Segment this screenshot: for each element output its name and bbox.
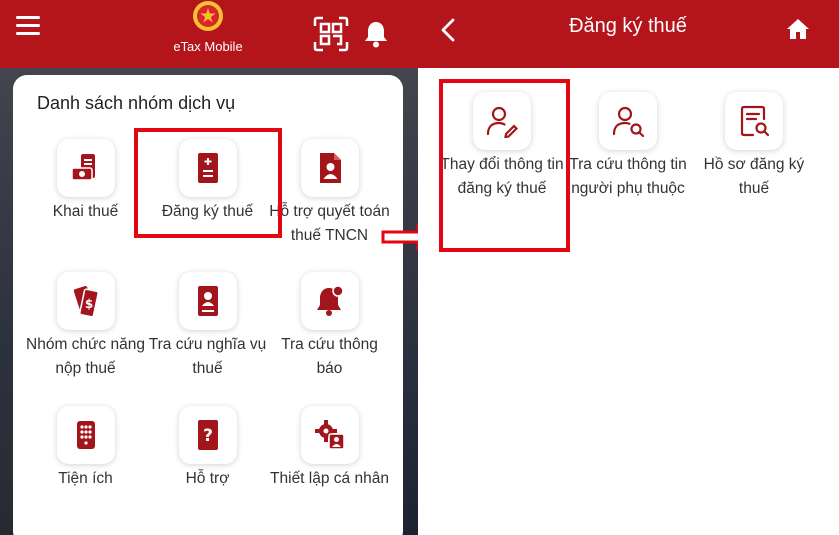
tax-registration-icon — [197, 153, 218, 183]
tile-tra-cuu-nghia-vu[interactable]: Tra cứu nghĩa vụ thuế — [146, 272, 269, 381]
tile-thiet-lap-ca-nhan[interactable]: Thiết lập cá nhân — [268, 406, 391, 491]
tax-declaration-icon — [70, 154, 95, 181]
tile-label: Tiện ích — [58, 470, 113, 487]
tile-tra-cuu-nguoi-phu-thuoc[interactable]: Tra cứu thông tin người phụ thuộc — [565, 92, 691, 201]
edit-user-icon — [486, 106, 519, 138]
tile-label: Đăng ký thuế — [161, 203, 254, 220]
personal-settings-icon — [314, 420, 345, 450]
registration-header: Đăng ký thuế — [418, 0, 839, 68]
tile-label: Khai thuế — [52, 203, 119, 220]
tile-label: Thay đổi thông tin đăng ký thuế — [440, 156, 564, 197]
card-title: Danh sách nhóm dịch vụ — [37, 93, 236, 113]
help-icon: ? — [197, 420, 218, 450]
tile-nop-thue[interactable]: $ Nhóm chức năng nộp thuế — [24, 272, 147, 381]
tile-label: Hồ sơ đăng ký thuế — [703, 156, 805, 197]
tile-label: Hỗ trợ — [185, 470, 230, 487]
tile-thay-doi-thong-tin[interactable]: Thay đổi thông tin đăng ký thuế — [439, 92, 565, 201]
page-title: Đăng ký thuế — [569, 15, 687, 37]
hamburger-menu-icon[interactable] — [16, 16, 42, 35]
tile-label: Thiết lập cá nhân — [270, 470, 389, 487]
app-title: eTax Mobile — [173, 39, 243, 54]
tax-obligation-lookup-icon — [197, 286, 218, 316]
tile-label: Tra cứu thông báo — [281, 336, 378, 377]
utilities-icon — [76, 421, 95, 449]
composite-screenshot: eTax Mobile Danh sách nhóm dịch vụ Khai … — [0, 0, 839, 535]
tax-payment-icon: $ — [73, 285, 99, 318]
personal-tax-settlement-icon — [319, 153, 341, 183]
search-user-icon — [612, 106, 645, 138]
svg-text:$: $ — [84, 297, 92, 311]
notification-lookup-icon — [316, 285, 344, 316]
bell-icon[interactable] — [363, 20, 389, 48]
back-arrow-icon[interactable] — [436, 17, 460, 43]
tile-label: Nhóm chức năng nộp thuế — [26, 336, 145, 377]
tile-ho-tro-quyet-toan[interactable]: Hỗ trợ quyết toán thuế TNCN — [268, 139, 391, 248]
tile-dang-ky-thue[interactable]: Đăng ký thuế — [146, 139, 269, 224]
tile-khai-thue[interactable]: Khai thuế — [24, 139, 147, 224]
tile-label: Tra cứu nghĩa vụ thuế — [148, 336, 267, 377]
tile-ho-tro[interactable]: ? Hỗ trợ — [146, 406, 269, 491]
service-group-card: Danh sách nhóm dịch vụ Khai thuế Đăng ký… — [13, 75, 403, 535]
national-emblem-icon — [193, 1, 223, 31]
tile-tien-ich[interactable]: Tiện ích — [24, 406, 147, 491]
document-search-icon — [740, 105, 770, 137]
tile-ho-so-dang-ky-thue[interactable]: Hồ sơ đăng ký thuế — [691, 92, 817, 201]
tile-label: Tra cứu thông tin người phụ thuộc — [569, 156, 687, 197]
tile-tra-cuu-thong-bao[interactable]: Tra cứu thông báo — [268, 272, 391, 381]
home-header: eTax Mobile — [0, 0, 418, 68]
tax-registration-screen: Đăng ký thuế Thay đổi thông tin đăng ký … — [418, 0, 839, 535]
svg-text:?: ? — [203, 426, 213, 446]
tile-label: Hỗ trợ quyết toán thuế TNCN — [269, 203, 390, 244]
home-screen: eTax Mobile Danh sách nhóm dịch vụ Khai … — [0, 0, 418, 535]
home-icon[interactable] — [786, 18, 810, 40]
qr-scan-icon[interactable] — [313, 16, 349, 52]
